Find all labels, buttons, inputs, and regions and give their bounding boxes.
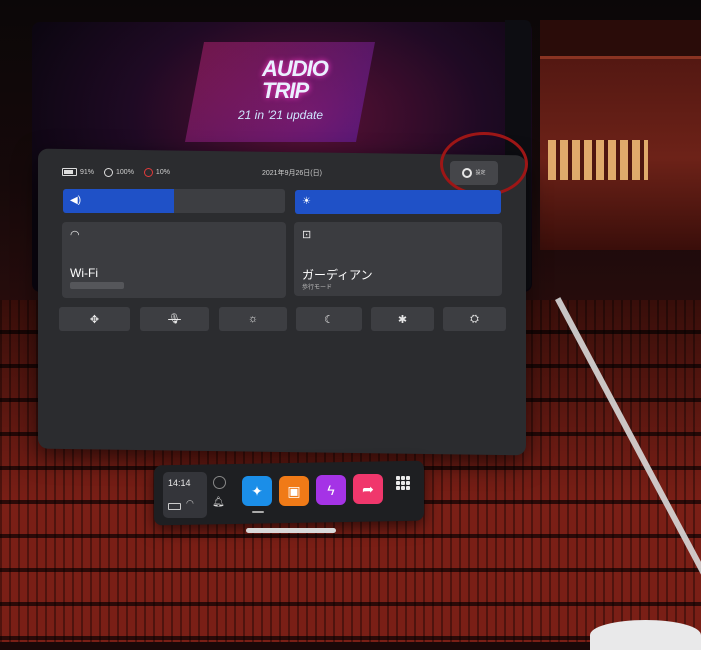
guardian-subtitle: 歩行モード [302,285,333,291]
dock-battery-icon [168,503,181,510]
mic-mute-button[interactable]: 🎙 [140,307,209,331]
dock-drag-handle[interactable] [246,528,336,533]
bug-report-button[interactable]: ✱ [371,307,434,331]
left-controller-battery: 100% [104,167,134,177]
wifi-title: Wi-Fi [70,266,98,280]
volume-icon: ◀) [70,195,82,206]
dock-clock: 14:14 [168,478,191,488]
volume-slider[interactable]: ◀) [63,189,285,213]
controller-icon [104,167,114,177]
game-subtitle: 21 in '21 update [238,108,324,122]
game-logo: AUDIO TRIP [262,56,329,103]
moon-icon: ☾ [324,313,334,326]
app-library-grid-icon[interactable] [396,476,410,490]
explore-app-button[interactable]: ✦ [242,476,272,506]
headset-battery: 91% [62,168,94,176]
controller-low-battery-icon [143,167,153,177]
mic-off-icon: 🎙 [168,313,181,325]
battery-icon [62,168,77,176]
move-icon: ✥ [89,313,100,326]
brightness-button[interactable]: ☼ [219,307,287,331]
right-controller-battery: 10% [143,167,170,177]
passthrough-icon: ⛭ [470,312,479,325]
vr-controller [590,620,701,650]
brightness-slider[interactable]: ☀ [295,190,501,214]
notification-bell-icon[interactable]: 🔔︎ [212,497,225,508]
share-icon: ➦ [362,480,374,497]
night-mode-button[interactable]: ☾ [296,307,362,331]
guardian-tile[interactable]: ⊡ ガーディアン 歩行モード [294,222,502,296]
dock-wifi-icon: ◠ [186,498,194,508]
share-app-button[interactable]: ➦ [353,474,383,504]
wifi-tile[interactable]: ◠ Wi-Fi [62,222,286,298]
house-window [548,140,648,180]
store-icon: ▣ [287,482,301,499]
passthrough-button[interactable]: ⛭ [443,307,506,331]
active-app-indicator [252,511,264,513]
red-annotation-circle [440,132,528,196]
date-label: 2021年9月26日(日) [262,170,322,177]
guardian-icon: ⊡ [302,229,312,241]
house-roof [540,20,701,59]
avatar[interactable] [213,476,226,489]
status-bar: 91% 100% 10% [62,164,170,180]
wifi-network-name-redacted [70,282,124,289]
messenger-icon: ϟ [327,482,335,498]
recenter-button[interactable]: ✥ [59,307,130,331]
compass-icon: ✦ [251,482,263,499]
wifi-icon: ◠ [70,229,80,241]
messenger-app-button[interactable]: ϟ [316,475,346,505]
brightness-slider-fill [295,190,501,214]
store-app-button[interactable]: ▣ [279,476,309,506]
sun-icon: ☼ [247,313,259,325]
brightness-icon: ☀ [302,196,311,207]
bug-icon: ✱ [397,313,408,326]
guardian-title: ガーディアン [302,268,373,282]
